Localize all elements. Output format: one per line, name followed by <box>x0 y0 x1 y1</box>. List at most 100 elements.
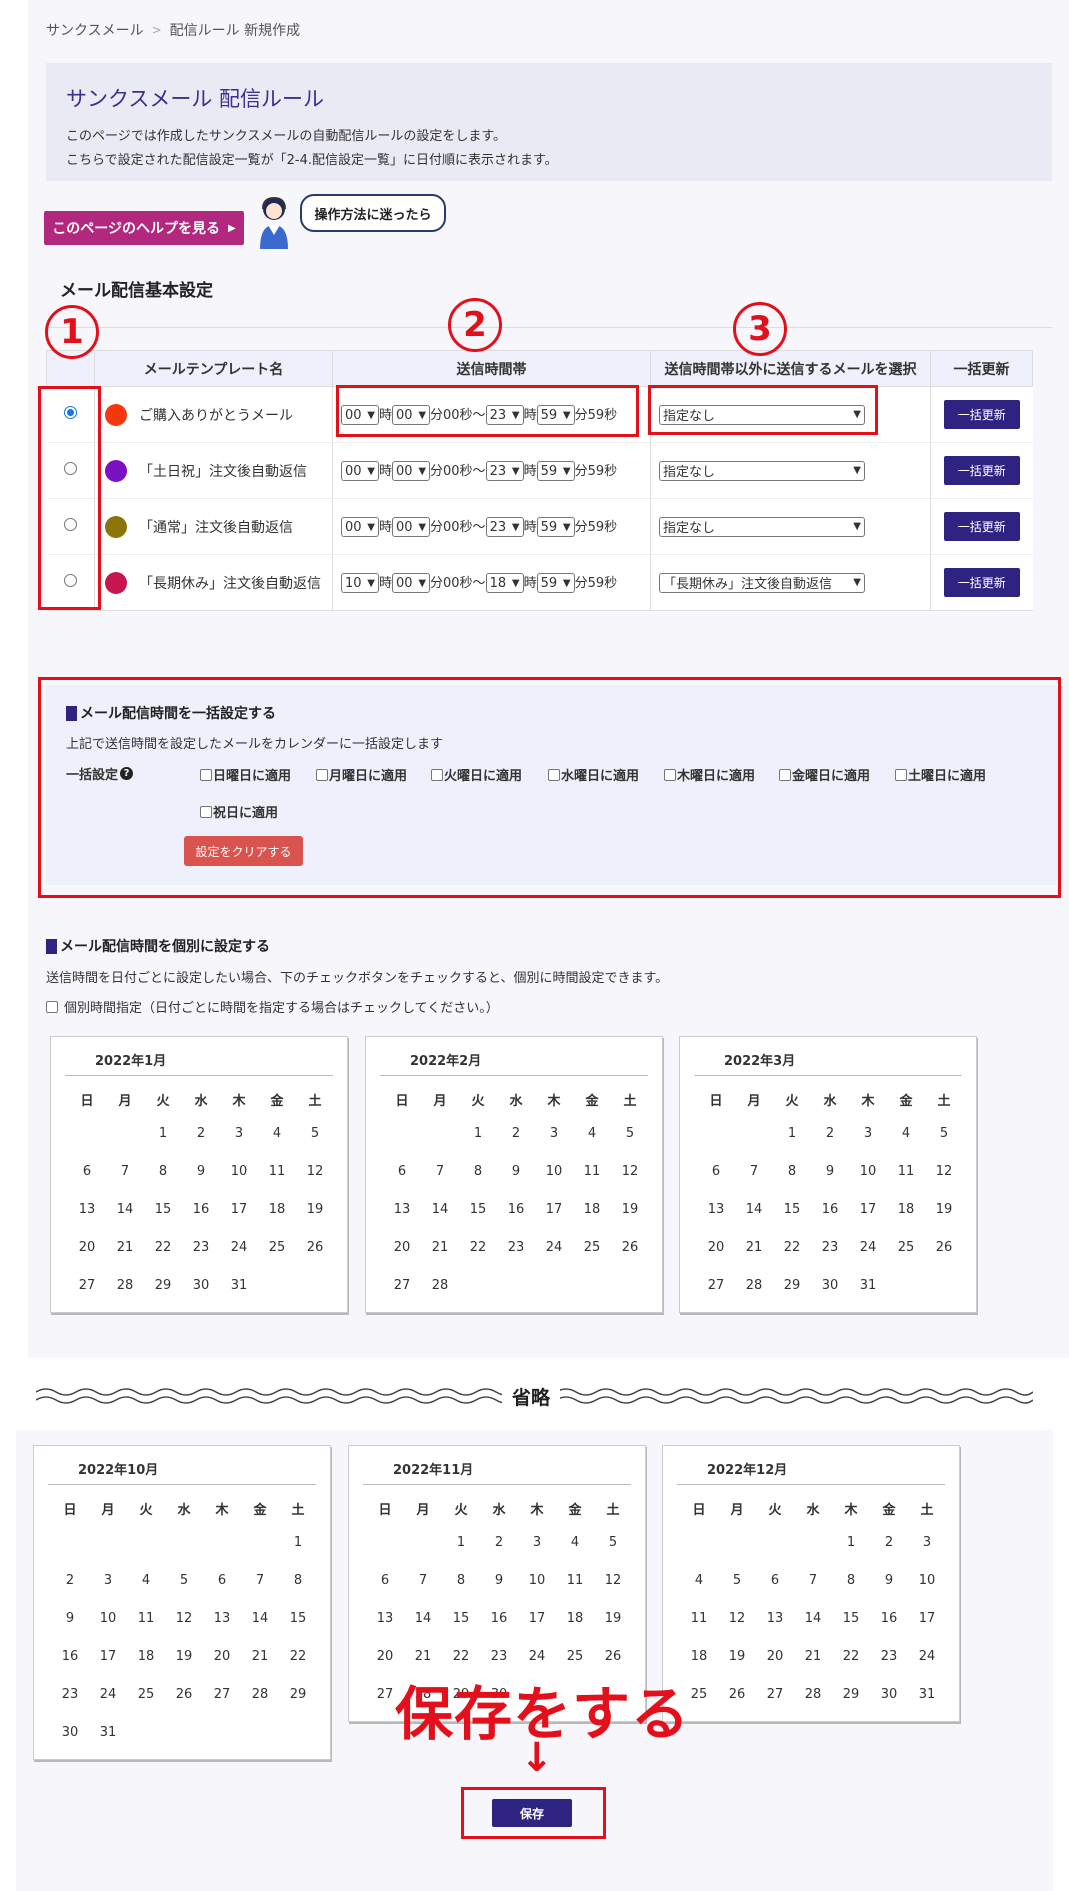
calendar-day[interactable]: 2 <box>182 1114 220 1152</box>
calendar-day[interactable]: 7 <box>106 1152 144 1190</box>
calendar-day[interactable]: 13 <box>756 1599 794 1637</box>
calendar-day[interactable]: 9 <box>870 1561 908 1599</box>
calendar-day[interactable]: 4 <box>556 1523 594 1561</box>
checkbox[interactable] <box>664 768 676 781</box>
end-minute-select[interactable]: 59 ▼ <box>536 461 575 482</box>
calendar-day[interactable]: 21 <box>241 1637 279 1675</box>
question-icon[interactable]: ? <box>120 767 134 780</box>
clear-settings-button[interactable]: 設定をクリアする <box>184 836 303 866</box>
calendar-day[interactable]: 14 <box>735 1190 773 1228</box>
start-hour-select[interactable]: 00 ▼ <box>341 461 379 482</box>
calendar-day[interactable]: 3 <box>89 1561 127 1599</box>
checkbox[interactable] <box>200 768 212 781</box>
calendar-day[interactable]: 2 <box>870 1523 908 1561</box>
calendar-day[interactable]: 27 <box>697 1266 735 1304</box>
calendar-day[interactable]: 3 <box>220 1114 258 1152</box>
calendar-day[interactable]: 8 <box>279 1561 317 1599</box>
start-minute-select[interactable]: 00 ▼ <box>392 517 431 538</box>
calendar-day[interactable]: 5 <box>611 1114 649 1152</box>
calendar-day[interactable]: 4 <box>887 1114 925 1152</box>
day-checkbox[interactable]: 金曜日に適用 <box>779 765 870 784</box>
calendar-day[interactable]: 8 <box>144 1152 182 1190</box>
calendar-day[interactable]: 24 <box>89 1675 127 1713</box>
breadcrumb-home[interactable]: サンクスメール <box>46 20 144 40</box>
day-checkbox[interactable]: 火曜日に適用 <box>431 765 522 784</box>
end-hour-select[interactable]: 18 ▼ <box>485 573 524 594</box>
calendar-day[interactable]: 18 <box>887 1190 925 1228</box>
calendar-day[interactable]: 9 <box>811 1152 849 1190</box>
end-hour-select[interactable]: 23 ▼ <box>485 405 524 426</box>
calendar-day[interactable]: 5 <box>594 1523 632 1561</box>
calendar-day[interactable]: 18 <box>127 1637 165 1675</box>
calendar-day[interactable]: 19 <box>296 1190 334 1228</box>
calendar-day[interactable]: 16 <box>870 1599 908 1637</box>
calendar-day[interactable]: 1 <box>459 1114 497 1152</box>
calendar-day[interactable]: 30 <box>51 1713 89 1751</box>
calendar-day[interactable]: 4 <box>573 1114 611 1152</box>
calendar-day[interactable]: 26 <box>925 1228 963 1266</box>
calendar-day[interactable]: 12 <box>296 1152 334 1190</box>
calendar-day[interactable]: 19 <box>718 1637 756 1675</box>
start-minute-select[interactable]: 00 ▼ <box>392 573 431 594</box>
calendar-day[interactable]: 12 <box>718 1599 756 1637</box>
calendar-day[interactable]: 26 <box>611 1228 649 1266</box>
calendar-day[interactable]: 21 <box>794 1637 832 1675</box>
calendar-day[interactable]: 14 <box>794 1599 832 1637</box>
calendar-day[interactable]: 14 <box>241 1599 279 1637</box>
calendar-day[interactable]: 8 <box>773 1152 811 1190</box>
calendar-day[interactable]: 4 <box>258 1114 296 1152</box>
calendar-day[interactable]: 15 <box>773 1190 811 1228</box>
calendar-day[interactable]: 20 <box>756 1637 794 1675</box>
calendar-day[interactable]: 29 <box>279 1675 317 1713</box>
calendar-day[interactable]: 3 <box>535 1114 573 1152</box>
calendar-day[interactable]: 17 <box>908 1599 946 1637</box>
calendar-day[interactable]: 21 <box>735 1228 773 1266</box>
calendar-day[interactable]: 29 <box>144 1266 182 1304</box>
calendar-day[interactable]: 19 <box>594 1599 632 1637</box>
calendar-day[interactable]: 22 <box>832 1637 870 1675</box>
save-button[interactable]: 保存 <box>492 1799 572 1827</box>
calendar-day[interactable]: 11 <box>127 1599 165 1637</box>
template-radio[interactable] <box>63 574 77 587</box>
calendar-day[interactable]: 9 <box>182 1152 220 1190</box>
calendar-day[interactable]: 10 <box>535 1152 573 1190</box>
checkbox[interactable] <box>431 768 443 781</box>
calendar-day[interactable]: 3 <box>518 1523 556 1561</box>
calendar-day[interactable]: 13 <box>697 1190 735 1228</box>
calendar-day[interactable]: 31 <box>220 1266 258 1304</box>
calendar-day[interactable]: 6 <box>203 1561 241 1599</box>
calendar-day[interactable]: 4 <box>680 1561 718 1599</box>
calendar-day[interactable]: 28 <box>735 1266 773 1304</box>
end-minute-select[interactable]: 59 ▼ <box>536 405 575 426</box>
calendar-day[interactable]: 23 <box>182 1228 220 1266</box>
calendar-day[interactable]: 7 <box>794 1561 832 1599</box>
calendar-day[interactable]: 17 <box>849 1190 887 1228</box>
calendar-day[interactable]: 1 <box>773 1114 811 1152</box>
calendar-day[interactable]: 24 <box>535 1228 573 1266</box>
calendar-day[interactable]: 5 <box>718 1561 756 1599</box>
calendar-day[interactable]: 13 <box>68 1190 106 1228</box>
checkbox[interactable] <box>316 768 328 781</box>
calendar-day[interactable]: 1 <box>832 1523 870 1561</box>
calendar-day[interactable]: 2 <box>480 1523 518 1561</box>
day-checkbox[interactable]: 祝日に適用 <box>200 802 278 821</box>
calendar-day[interactable]: 12 <box>925 1152 963 1190</box>
calendar-day[interactable]: 4 <box>127 1561 165 1599</box>
calendar-day[interactable]: 31 <box>849 1266 887 1304</box>
checkbox[interactable] <box>779 768 791 781</box>
calendar-day[interactable]: 9 <box>480 1561 518 1599</box>
calendar-day[interactable]: 15 <box>442 1599 480 1637</box>
calendar-day[interactable]: 30 <box>811 1266 849 1304</box>
calendar-day[interactable]: 17 <box>518 1599 556 1637</box>
calendar-day[interactable]: 7 <box>404 1561 442 1599</box>
start-hour-select[interactable]: 10 ▼ <box>341 573 379 594</box>
calendar-day[interactable]: 26 <box>718 1675 756 1713</box>
calendar-day[interactable]: 6 <box>756 1561 794 1599</box>
calendar-day[interactable]: 22 <box>144 1228 182 1266</box>
calendar-day[interactable]: 10 <box>518 1561 556 1599</box>
calendar-day[interactable]: 1 <box>279 1523 317 1561</box>
calendar-day[interactable]: 22 <box>279 1637 317 1675</box>
calendar-day[interactable]: 16 <box>51 1637 89 1675</box>
calendar-day[interactable]: 27 <box>383 1266 421 1304</box>
template-radio[interactable] <box>63 518 77 531</box>
